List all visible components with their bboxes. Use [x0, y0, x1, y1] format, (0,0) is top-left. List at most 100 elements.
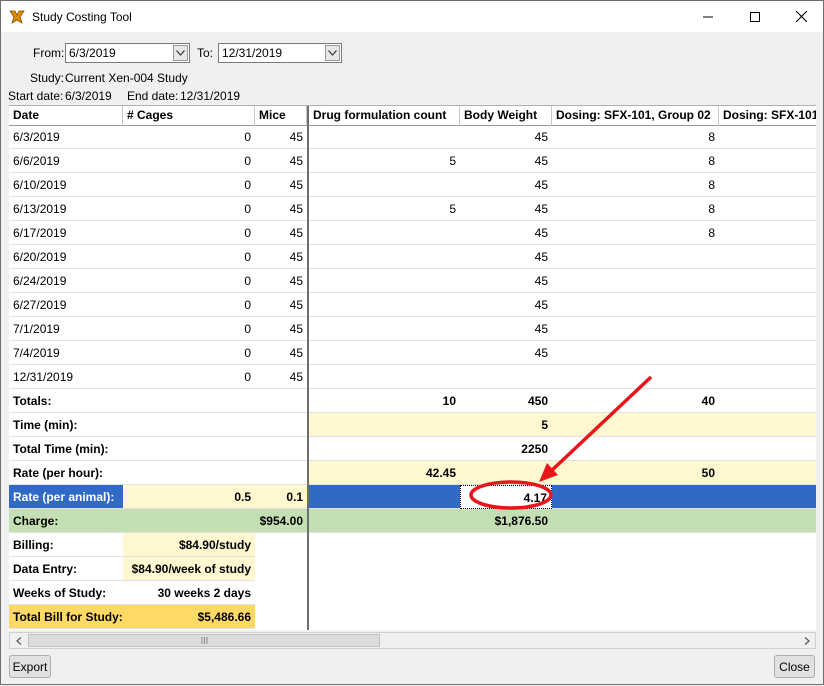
- cages-cell[interactable]: 0: [123, 173, 255, 197]
- close-button[interactable]: Close: [774, 655, 815, 678]
- date-cell[interactable]: 6/3/2019: [9, 125, 123, 149]
- dosing-cell[interactable]: [552, 245, 719, 269]
- next-cell[interactable]: [719, 221, 816, 245]
- table-row[interactable]: 6/24/2019 0 45 45: [9, 269, 816, 293]
- body-weight-cell[interactable]: 45: [460, 173, 552, 197]
- mice-cell[interactable]: 45: [255, 197, 307, 221]
- rate-animal-row[interactable]: Rate (per animal): 0.5 0.1 4.17: [9, 485, 816, 509]
- dosing-cell[interactable]: 8: [552, 125, 719, 149]
- costing-grid[interactable]: Date # Cages Mice Drug formulation count…: [9, 105, 816, 630]
- dosing-cell[interactable]: [552, 341, 719, 365]
- rate-hour-dosing-cell[interactable]: 50: [552, 461, 719, 485]
- totals-dosing-cell[interactable]: 40: [552, 389, 719, 413]
- horizontal-scrollbar[interactable]: [9, 632, 816, 649]
- cages-cell[interactable]: 0: [123, 221, 255, 245]
- mice-cell[interactable]: 45: [255, 245, 307, 269]
- billing-value[interactable]: $84.90/study: [123, 533, 255, 557]
- body-weight-cell[interactable]: 45: [460, 149, 552, 173]
- cages-cell[interactable]: 0: [123, 293, 255, 317]
- scrollbar-thumb[interactable]: [28, 634, 380, 647]
- total-time-drug-cell[interactable]: [309, 437, 460, 461]
- drug-cell[interactable]: [309, 293, 460, 317]
- minimize-button[interactable]: [685, 1, 731, 32]
- cages-cell[interactable]: 0: [123, 317, 255, 341]
- drug-cell[interactable]: 5: [309, 149, 460, 173]
- charge-drug-cell[interactable]: [309, 509, 460, 533]
- from-date-select[interactable]: 6/3/2019: [65, 43, 190, 63]
- mice-cell[interactable]: 45: [255, 149, 307, 173]
- dosing-cell[interactable]: 8: [552, 197, 719, 221]
- next-cell[interactable]: [719, 149, 816, 173]
- dosing-cell[interactable]: [552, 365, 719, 389]
- body-weight-cell[interactable]: 45: [460, 341, 552, 365]
- mice-cell[interactable]: 45: [255, 341, 307, 365]
- totals-body-weight-cell[interactable]: 450: [460, 389, 552, 413]
- rate-hour-next-cell[interactable]: [719, 461, 816, 485]
- totals-next-cell[interactable]: [719, 389, 816, 413]
- next-cell[interactable]: [719, 245, 816, 269]
- dosing-cell[interactable]: [552, 269, 719, 293]
- column-header-date[interactable]: Date: [9, 106, 123, 126]
- dosing-cell[interactable]: [552, 293, 719, 317]
- cages-cell[interactable]: 0: [123, 125, 255, 149]
- table-row[interactable]: 6/27/2019 0 45 45: [9, 293, 816, 317]
- date-cell[interactable]: 6/6/2019: [9, 149, 123, 173]
- rate-animal-dosing-cell[interactable]: [552, 485, 816, 509]
- totals-row[interactable]: Totals: 10 450 40: [9, 389, 816, 413]
- dosing-cell[interactable]: 8: [552, 173, 719, 197]
- total-bill-row[interactable]: Total Bill for Study: $5,486.66: [9, 605, 816, 629]
- body-weight-cell[interactable]: 45: [460, 245, 552, 269]
- date-cell[interactable]: 6/27/2019: [9, 293, 123, 317]
- mice-cell[interactable]: 45: [255, 125, 307, 149]
- date-cell[interactable]: 7/4/2019: [9, 341, 123, 365]
- date-cell[interactable]: 7/1/2019: [9, 317, 123, 341]
- export-button[interactable]: Export: [9, 655, 51, 678]
- weeks-row[interactable]: Weeks of Study: 30 weeks 2 days: [9, 581, 816, 605]
- column-header-body-weight[interactable]: Body Weight: [460, 106, 552, 126]
- rate-animal-body-weight-cell[interactable]: 4.17: [460, 485, 552, 509]
- next-cell[interactable]: [719, 125, 816, 149]
- drug-cell[interactable]: [309, 221, 460, 245]
- mice-cell[interactable]: 45: [255, 221, 307, 245]
- rate-animal-mice-cell[interactable]: 0.1: [255, 485, 307, 509]
- rate-animal-cages-cell[interactable]: 0.5: [123, 485, 255, 509]
- time-dosing-cell[interactable]: [552, 413, 816, 437]
- total-time-row[interactable]: Total Time (min): 2250: [9, 437, 816, 461]
- time-drug-cell[interactable]: [309, 413, 460, 437]
- drug-cell[interactable]: 5: [309, 197, 460, 221]
- charge-dosing-cell[interactable]: [552, 509, 816, 533]
- mice-cell[interactable]: 45: [255, 173, 307, 197]
- table-row[interactable]: 12/31/2019 0 45: [9, 365, 816, 389]
- close-window-button[interactable]: [778, 1, 824, 32]
- mice-cell[interactable]: 45: [255, 365, 307, 389]
- column-header-dosing-next[interactable]: Dosing: SFX-101,: [719, 106, 816, 126]
- body-weight-cell[interactable]: 45: [460, 293, 552, 317]
- time-body-weight-cell[interactable]: 5: [460, 413, 552, 437]
- date-cell[interactable]: 12/31/2019: [9, 365, 123, 389]
- table-row[interactable]: 7/4/2019 0 45 45: [9, 341, 816, 365]
- charge-body-weight-cell[interactable]: $1,876.50: [460, 509, 552, 533]
- time-row[interactable]: Time (min): 5: [9, 413, 816, 437]
- table-row[interactable]: 6/17/2019 0 45 45 8: [9, 221, 816, 245]
- column-header-dosing-group02[interactable]: Dosing: SFX-101, Group 02: [552, 106, 719, 126]
- scroll-right-button[interactable]: [798, 633, 815, 648]
- date-cell[interactable]: 6/24/2019: [9, 269, 123, 293]
- data-entry-value[interactable]: $84.90/week of study: [123, 557, 255, 581]
- column-header-mice[interactable]: Mice: [255, 106, 307, 126]
- table-row[interactable]: 6/10/2019 0 45 45 8: [9, 173, 816, 197]
- dosing-cell[interactable]: 8: [552, 221, 719, 245]
- date-cell[interactable]: 6/20/2019: [9, 245, 123, 269]
- table-row[interactable]: 6/13/2019 0 45 5 45 8: [9, 197, 816, 221]
- cages-cell[interactable]: 0: [123, 269, 255, 293]
- column-header-cages[interactable]: # Cages: [123, 106, 255, 126]
- cages-cell[interactable]: 0: [123, 365, 255, 389]
- from-dropdown-button[interactable]: [173, 45, 188, 61]
- cages-cell[interactable]: 0: [123, 341, 255, 365]
- body-weight-cell[interactable]: 45: [460, 317, 552, 341]
- column-header-drug-formulation[interactable]: Drug formulation count: [309, 106, 460, 126]
- cages-cell[interactable]: 0: [123, 197, 255, 221]
- next-cell[interactable]: [719, 173, 816, 197]
- scroll-left-button[interactable]: [10, 633, 27, 648]
- mice-cell[interactable]: 45: [255, 269, 307, 293]
- cages-cell[interactable]: 0: [123, 245, 255, 269]
